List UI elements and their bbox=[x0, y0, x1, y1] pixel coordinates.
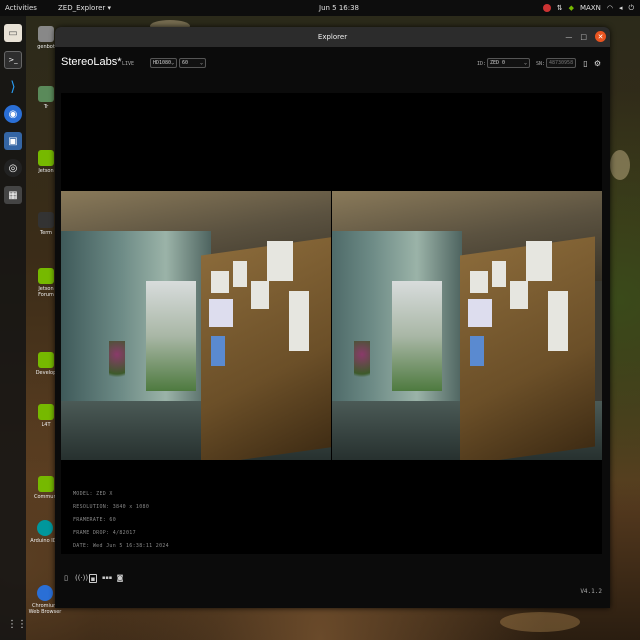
info-frame-drop: FRAME DROP: 4/82017 bbox=[73, 530, 136, 536]
scene-paper bbox=[548, 291, 568, 351]
chevron-down-icon: ⌄ bbox=[171, 60, 175, 66]
camera-viewport[interactable]: MODEL: ZED X RESOLUTION: 3840 x 1080 FRA… bbox=[61, 93, 602, 554]
version-label: V4.1.2 bbox=[580, 588, 602, 595]
chromium-icon[interactable]: ◉ bbox=[4, 105, 22, 123]
nvidia-icon bbox=[38, 268, 54, 284]
chevron-down-icon: ⌄ bbox=[523, 60, 527, 66]
scene-poster bbox=[209, 299, 233, 327]
id-label: ID: bbox=[477, 61, 487, 67]
scene-poster bbox=[468, 299, 492, 327]
sn-label: SN: bbox=[536, 61, 546, 67]
scene-paper bbox=[510, 281, 528, 309]
scene-paper bbox=[211, 271, 229, 293]
power-mode-label[interactable]: MAXN bbox=[580, 4, 601, 12]
system-tray[interactable]: ⇅ ◆ MAXN ◠ ◂ ⏻ bbox=[542, 4, 634, 13]
scene-paper bbox=[492, 261, 506, 287]
scene-paper bbox=[470, 271, 488, 293]
left-camera-image bbox=[61, 191, 331, 460]
scene-outside bbox=[392, 281, 442, 391]
top-bar: Activities ZED_Explorer ▾ Jun 5 16:38 ⇅ … bbox=[0, 0, 640, 16]
dock: ▭ >_ ⟩ ◉ ▣ ◎ ▦ ⋮⋮ bbox=[0, 16, 27, 640]
network-icon[interactable]: ⇅ bbox=[557, 4, 563, 12]
scene-paper bbox=[233, 261, 247, 287]
right-camera-image bbox=[332, 191, 602, 460]
maximize-icon[interactable]: □ bbox=[580, 33, 587, 41]
terminal-icon bbox=[38, 212, 54, 228]
nvidia-icon[interactable]: ◆ bbox=[569, 4, 574, 12]
wallpaper-bokeh bbox=[500, 612, 580, 632]
power-icon[interactable]: ⏻ bbox=[628, 4, 634, 13]
app-header: StereoLabs* LIVE HD1080 ⌄ 60 ⌄ ID: ZED 0 ⌄ … bbox=[55, 47, 610, 79]
info-resolution: RESOLUTION: 3840 x 1080 bbox=[73, 504, 150, 510]
explorer-window: Explorer — □ ✕ StereoLabs* LIVE HD1080 ⌄ … bbox=[55, 27, 610, 608]
window-controls: — □ ✕ bbox=[565, 31, 606, 42]
wave-icon[interactable]: ▪▪▪ bbox=[102, 574, 112, 583]
folder-icon bbox=[38, 26, 54, 42]
stream-icon[interactable]: ((·)) bbox=[75, 574, 88, 583]
arduino-icon bbox=[37, 520, 53, 536]
zed-explorer-icon[interactable]: ▦ bbox=[4, 186, 22, 204]
chromium-icon bbox=[37, 585, 53, 601]
chevron-down-icon: ⌄ bbox=[199, 60, 203, 66]
close-icon[interactable]: ✕ bbox=[595, 31, 606, 42]
scene-plant bbox=[109, 341, 125, 386]
vscode-icon[interactable]: ⟩ bbox=[4, 78, 22, 96]
info-framerate: FRAMERATE: 60 bbox=[73, 517, 117, 523]
info-date: DATE: Wed Jun 5 16:38:11 2024 bbox=[73, 543, 169, 549]
camera-icon[interactable]: ◙ bbox=[116, 574, 124, 583]
clock[interactable]: Jun 5 16:38 bbox=[319, 4, 359, 12]
camera-id-select[interactable]: ZED 0 ⌄ bbox=[487, 58, 530, 68]
scene-paper bbox=[251, 281, 269, 309]
wallpaper-bokeh bbox=[610, 150, 630, 180]
fps-select[interactable]: 60 ⌄ bbox=[179, 58, 206, 68]
window-title: Explorer bbox=[317, 33, 348, 41]
scene-blue-poster bbox=[470, 336, 484, 366]
file-icon[interactable]: ▯ bbox=[62, 574, 70, 583]
scene-outside bbox=[146, 281, 196, 391]
scene-blue-poster bbox=[211, 336, 225, 366]
gear-icon[interactable]: ⚙ bbox=[593, 59, 602, 68]
update-icon[interactable] bbox=[542, 4, 551, 12]
minimize-icon[interactable]: — bbox=[565, 33, 572, 41]
scene-paper bbox=[289, 291, 309, 351]
nvidia-icon bbox=[38, 476, 54, 492]
files-icon[interactable]: ▭ bbox=[4, 24, 22, 42]
record-icon[interactable]: ▯ bbox=[581, 59, 590, 68]
app-menu[interactable]: ZED_Explorer ▾ bbox=[58, 4, 111, 12]
info-model: MODEL: ZED X bbox=[73, 491, 113, 497]
brand-logo: StereoLabs* bbox=[61, 56, 122, 68]
screenshot-icon[interactable]: ▣ bbox=[4, 132, 22, 150]
trash-icon bbox=[38, 86, 54, 102]
scene-paper bbox=[526, 241, 552, 281]
wifi-icon[interactable]: ◠ bbox=[607, 4, 613, 12]
nvidia-icon bbox=[38, 352, 54, 368]
serial-number-field: 48730958 bbox=[546, 58, 576, 68]
show-apps-icon[interactable]: ⋮⋮ bbox=[7, 619, 27, 630]
volume-icon[interactable]: ◂ bbox=[619, 4, 623, 12]
bottom-toolbar: ▯ ((·)) ▪ ▪▪▪ ◙ V4.1.2 bbox=[55, 565, 610, 608]
live-label: LIVE bbox=[122, 61, 135, 67]
nvidia-icon bbox=[38, 404, 54, 420]
scene-plant bbox=[354, 341, 370, 386]
scene-paper bbox=[267, 241, 293, 281]
window-titlebar[interactable]: Explorer — □ ✕ bbox=[55, 27, 610, 47]
activities-button[interactable]: Activities bbox=[5, 4, 37, 12]
obs-icon[interactable]: ◎ bbox=[4, 159, 22, 177]
resolution-select[interactable]: HD1080 ⌄ bbox=[150, 58, 177, 68]
terminal-icon[interactable]: >_ bbox=[4, 51, 22, 69]
svo-icon[interactable]: ▪ bbox=[89, 574, 97, 583]
nvidia-icon bbox=[38, 150, 54, 166]
